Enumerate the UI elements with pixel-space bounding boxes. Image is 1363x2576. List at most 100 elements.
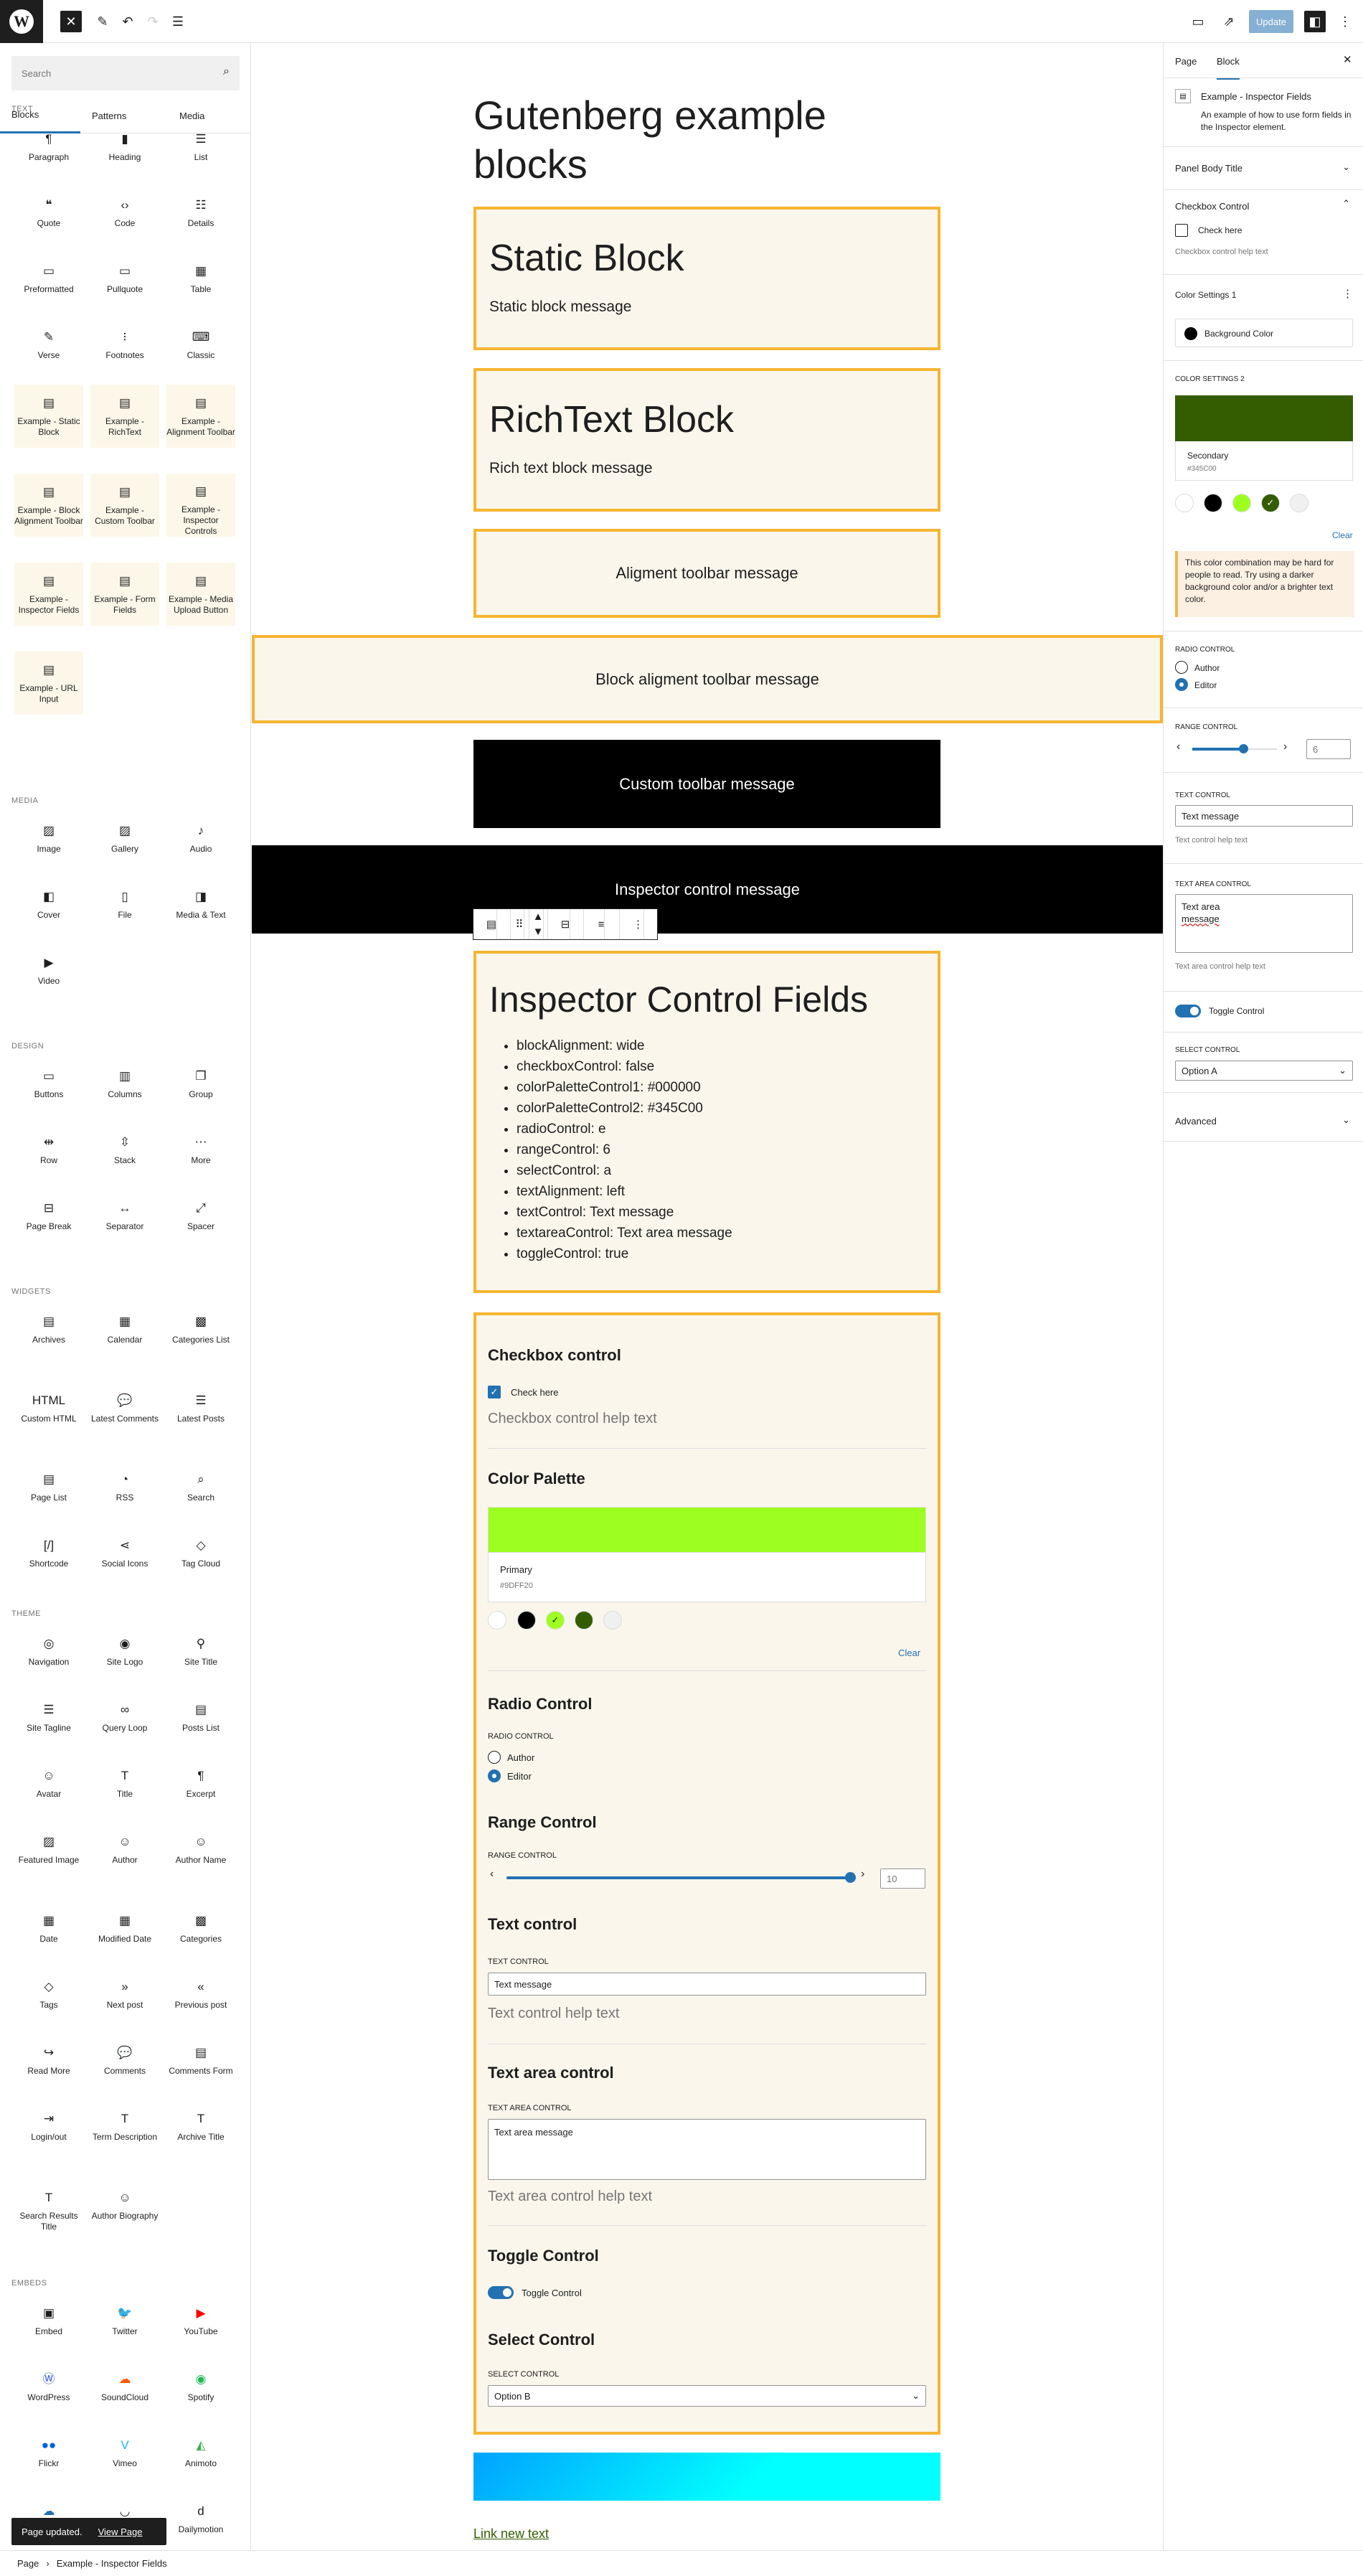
undo-button[interactable]: ↶ <box>117 11 138 32</box>
document-overview-button[interactable]: ☰ <box>167 11 189 32</box>
block-item-group[interactable]: ❐ Group <box>166 1058 235 1121</box>
block-item-example-block-alignment-toolbar[interactable]: ▤ Example - Block Alignment Toolbar <box>14 474 83 537</box>
range-decrease-icon[interactable]: ‹ <box>490 1868 494 1881</box>
block-item-term-description[interactable]: T Term Description <box>90 2100 159 2163</box>
close-settings-button[interactable]: ✕ <box>1343 53 1352 66</box>
block-alignment-toolbar-block[interactable]: Block aligment toolbar message <box>252 635 1163 723</box>
sidebar-text-input[interactable]: Text message <box>1175 805 1353 827</box>
block-item-search[interactable]: ⌕ Search <box>166 1461 235 1524</box>
block-item-example-inspector-controls[interactable]: ▤ Example - Inspector Controls <box>166 474 235 537</box>
block-item-buttons[interactable]: ▭ Buttons <box>14 1058 83 1121</box>
block-item-calendar[interactable]: ▦ Calendar <box>90 1303 159 1366</box>
block-item-code[interactable]: ‹› Code <box>90 187 159 250</box>
text-input[interactable]: Text message <box>488 1973 926 1996</box>
range-number-input[interactable]: 10 <box>880 1868 925 1889</box>
breadcrumb-page[interactable]: Page <box>17 2558 39 2569</box>
inspector-control-block[interactable]: Inspector control message <box>252 845 1163 934</box>
richtext-block[interactable]: RichText Block Rich text block message <box>473 368 940 512</box>
swatch-light-gray[interactable] <box>603 1611 622 1630</box>
block-item-categories-list[interactable]: ▩ Categories List <box>166 1303 235 1366</box>
block-item-gallery[interactable]: ▨ Gallery <box>90 812 159 875</box>
breadcrumb-block[interactable]: Example - Inspector Fields <box>57 2558 167 2569</box>
block-item-title[interactable]: T Title <box>90 1757 159 1820</box>
block-item-embed[interactable]: ▣ Embed <box>14 2295 83 2358</box>
static-block[interactable]: Static Block Static block message <box>473 207 940 350</box>
block-item-cover[interactable]: ◧ Cover <box>14 878 83 941</box>
block-item-example-static-block[interactable]: ▤ Example - Static Block <box>14 385 83 448</box>
range-track[interactable] <box>506 1876 851 1879</box>
block-item-latest-posts[interactable]: ☰ Latest Posts <box>166 1382 235 1445</box>
block-item-featured-image[interactable]: ▨ Featured Image <box>14 1823 83 1886</box>
block-item-example-inspector-fields[interactable]: ▤ Example - Inspector Fields <box>14 563 83 626</box>
block-item-quote[interactable]: ❝ Quote <box>14 187 83 250</box>
sidebar-checkbox[interactable] <box>1175 224 1188 237</box>
sidebar-select[interactable]: Option A ⌄ <box>1175 1061 1353 1081</box>
block-search-input[interactable]: Search ⌕ <box>11 56 240 90</box>
block-item-rss[interactable]: ◔ RSS <box>90 1461 159 1524</box>
secondary-color-preview[interactable] <box>1175 395 1353 441</box>
block-item-page-list[interactable]: ▤ Page List <box>14 1461 83 1524</box>
block-item-stack[interactable]: ⇳ Stack <box>90 1124 159 1187</box>
swatch-white[interactable] <box>488 1611 506 1630</box>
sidebar-radio-author[interactable] <box>1175 661 1188 674</box>
page-title[interactable]: Gutenberg example blocks <box>473 91 940 189</box>
block-item-login-out[interactable]: ⇥ Login/out <box>14 2100 83 2163</box>
block-item-next-post[interactable]: » Next post <box>90 1968 159 2031</box>
swatch-black[interactable] <box>517 1611 536 1630</box>
textarea-input[interactable]: Text area message <box>488 2119 926 2180</box>
range-increase-icon[interactable]: › <box>861 1868 864 1881</box>
block-item-table[interactable]: ▦ Table <box>166 253 235 316</box>
wordpress-logo-button[interactable]: W <box>0 0 43 43</box>
text-align-button[interactable]: ≡ <box>584 909 620 939</box>
link-text[interactable]: Link new text <box>473 2526 549 2542</box>
sidebar-range-number[interactable]: 6 <box>1306 739 1351 759</box>
sidebar-toggle[interactable] <box>1175 1005 1201 1017</box>
block-item-footnotes[interactable]: ⁝ Footnotes <box>90 319 159 382</box>
checkbox-input[interactable]: ✓ <box>488 1386 501 1399</box>
preview-button[interactable]: ▭ <box>1187 11 1209 32</box>
panel-body-title[interactable]: Panel Body Title <box>1175 163 1242 174</box>
checkbox-panel-title[interactable]: Checkbox Control <box>1175 201 1249 212</box>
swatch-secondary-selected[interactable]: ✓ <box>1261 494 1280 512</box>
background-color-button[interactable]: Background Color <box>1175 319 1353 347</box>
block-item-author-name[interactable]: ☺ Author Name <box>166 1823 235 1886</box>
sidebar-range-track[interactable] <box>1244 748 1277 750</box>
block-item-example-form-fields[interactable]: ▤ Example - Form Fields <box>90 563 159 626</box>
block-item-image[interactable]: ▨ Image <box>14 812 83 875</box>
sidebar-range-fill[interactable] <box>1192 748 1244 751</box>
block-item-navigation[interactable]: ◎ Navigation <box>14 1625 83 1688</box>
block-item-columns[interactable]: ▥ Columns <box>90 1058 159 1121</box>
block-item-previous-post[interactable]: « Previous post <box>166 1968 235 2031</box>
view-post-button[interactable]: ⇗ <box>1218 11 1240 32</box>
block-item-custom-html[interactable]: HTML Custom HTML <box>14 1382 83 1445</box>
block-item-separator[interactable]: ↔ Separator <box>90 1190 159 1253</box>
block-item-site-logo[interactable]: ◉ Site Logo <box>90 1625 159 1688</box>
block-item-search-results-title[interactable]: T Search Results Title <box>14 2179 83 2242</box>
block-item-read-more[interactable]: ↪ Read More <box>14 2034 83 2097</box>
toggle-switch[interactable] <box>488 2286 514 2299</box>
block-item-avatar[interactable]: ☺ Avatar <box>14 1757 83 1820</box>
block-item-social-icons[interactable]: ⋖ Social Icons <box>90 1527 159 1590</box>
tab-block[interactable]: Block <box>1217 56 1240 80</box>
block-item-soundcloud[interactable]: ☁ SoundCloud <box>90 2361 159 2424</box>
swatch-white[interactable] <box>1175 494 1194 512</box>
block-item-youtube[interactable]: ▶ YouTube <box>166 2295 235 2358</box>
block-item-tag-cloud[interactable]: ◇ Tag Cloud <box>166 1527 235 1590</box>
update-button[interactable]: Update <box>1249 10 1293 33</box>
block-item-media-text[interactable]: ◨ Media & Text <box>166 878 235 941</box>
tab-page[interactable]: Page <box>1175 56 1197 67</box>
color-settings-options[interactable]: ⋮ <box>1342 287 1353 300</box>
block-item-comments[interactable]: 💬 Comments <box>90 2034 159 2097</box>
range-thumb[interactable] <box>845 1872 856 1883</box>
block-item-modified-date[interactable]: ▦ Modified Date <box>90 1902 159 1965</box>
alignment-toolbar-block[interactable]: Aligment toolbar message <box>473 529 940 618</box>
radio-editor[interactable] <box>488 1769 501 1782</box>
block-item-date[interactable]: ▦ Date <box>14 1902 83 1965</box>
gradient-cover-block[interactable] <box>473 2453 940 2501</box>
swatch-light-gray[interactable] <box>1290 494 1308 512</box>
block-type-button[interactable]: ▤ <box>473 909 511 939</box>
block-item-author[interactable]: ☺ Author <box>90 1823 159 1886</box>
radio-author[interactable] <box>488 1751 501 1764</box>
close-inserter-button[interactable]: ✕ <box>60 11 82 32</box>
block-item-categories[interactable]: ▩ Categories <box>166 1902 235 1965</box>
